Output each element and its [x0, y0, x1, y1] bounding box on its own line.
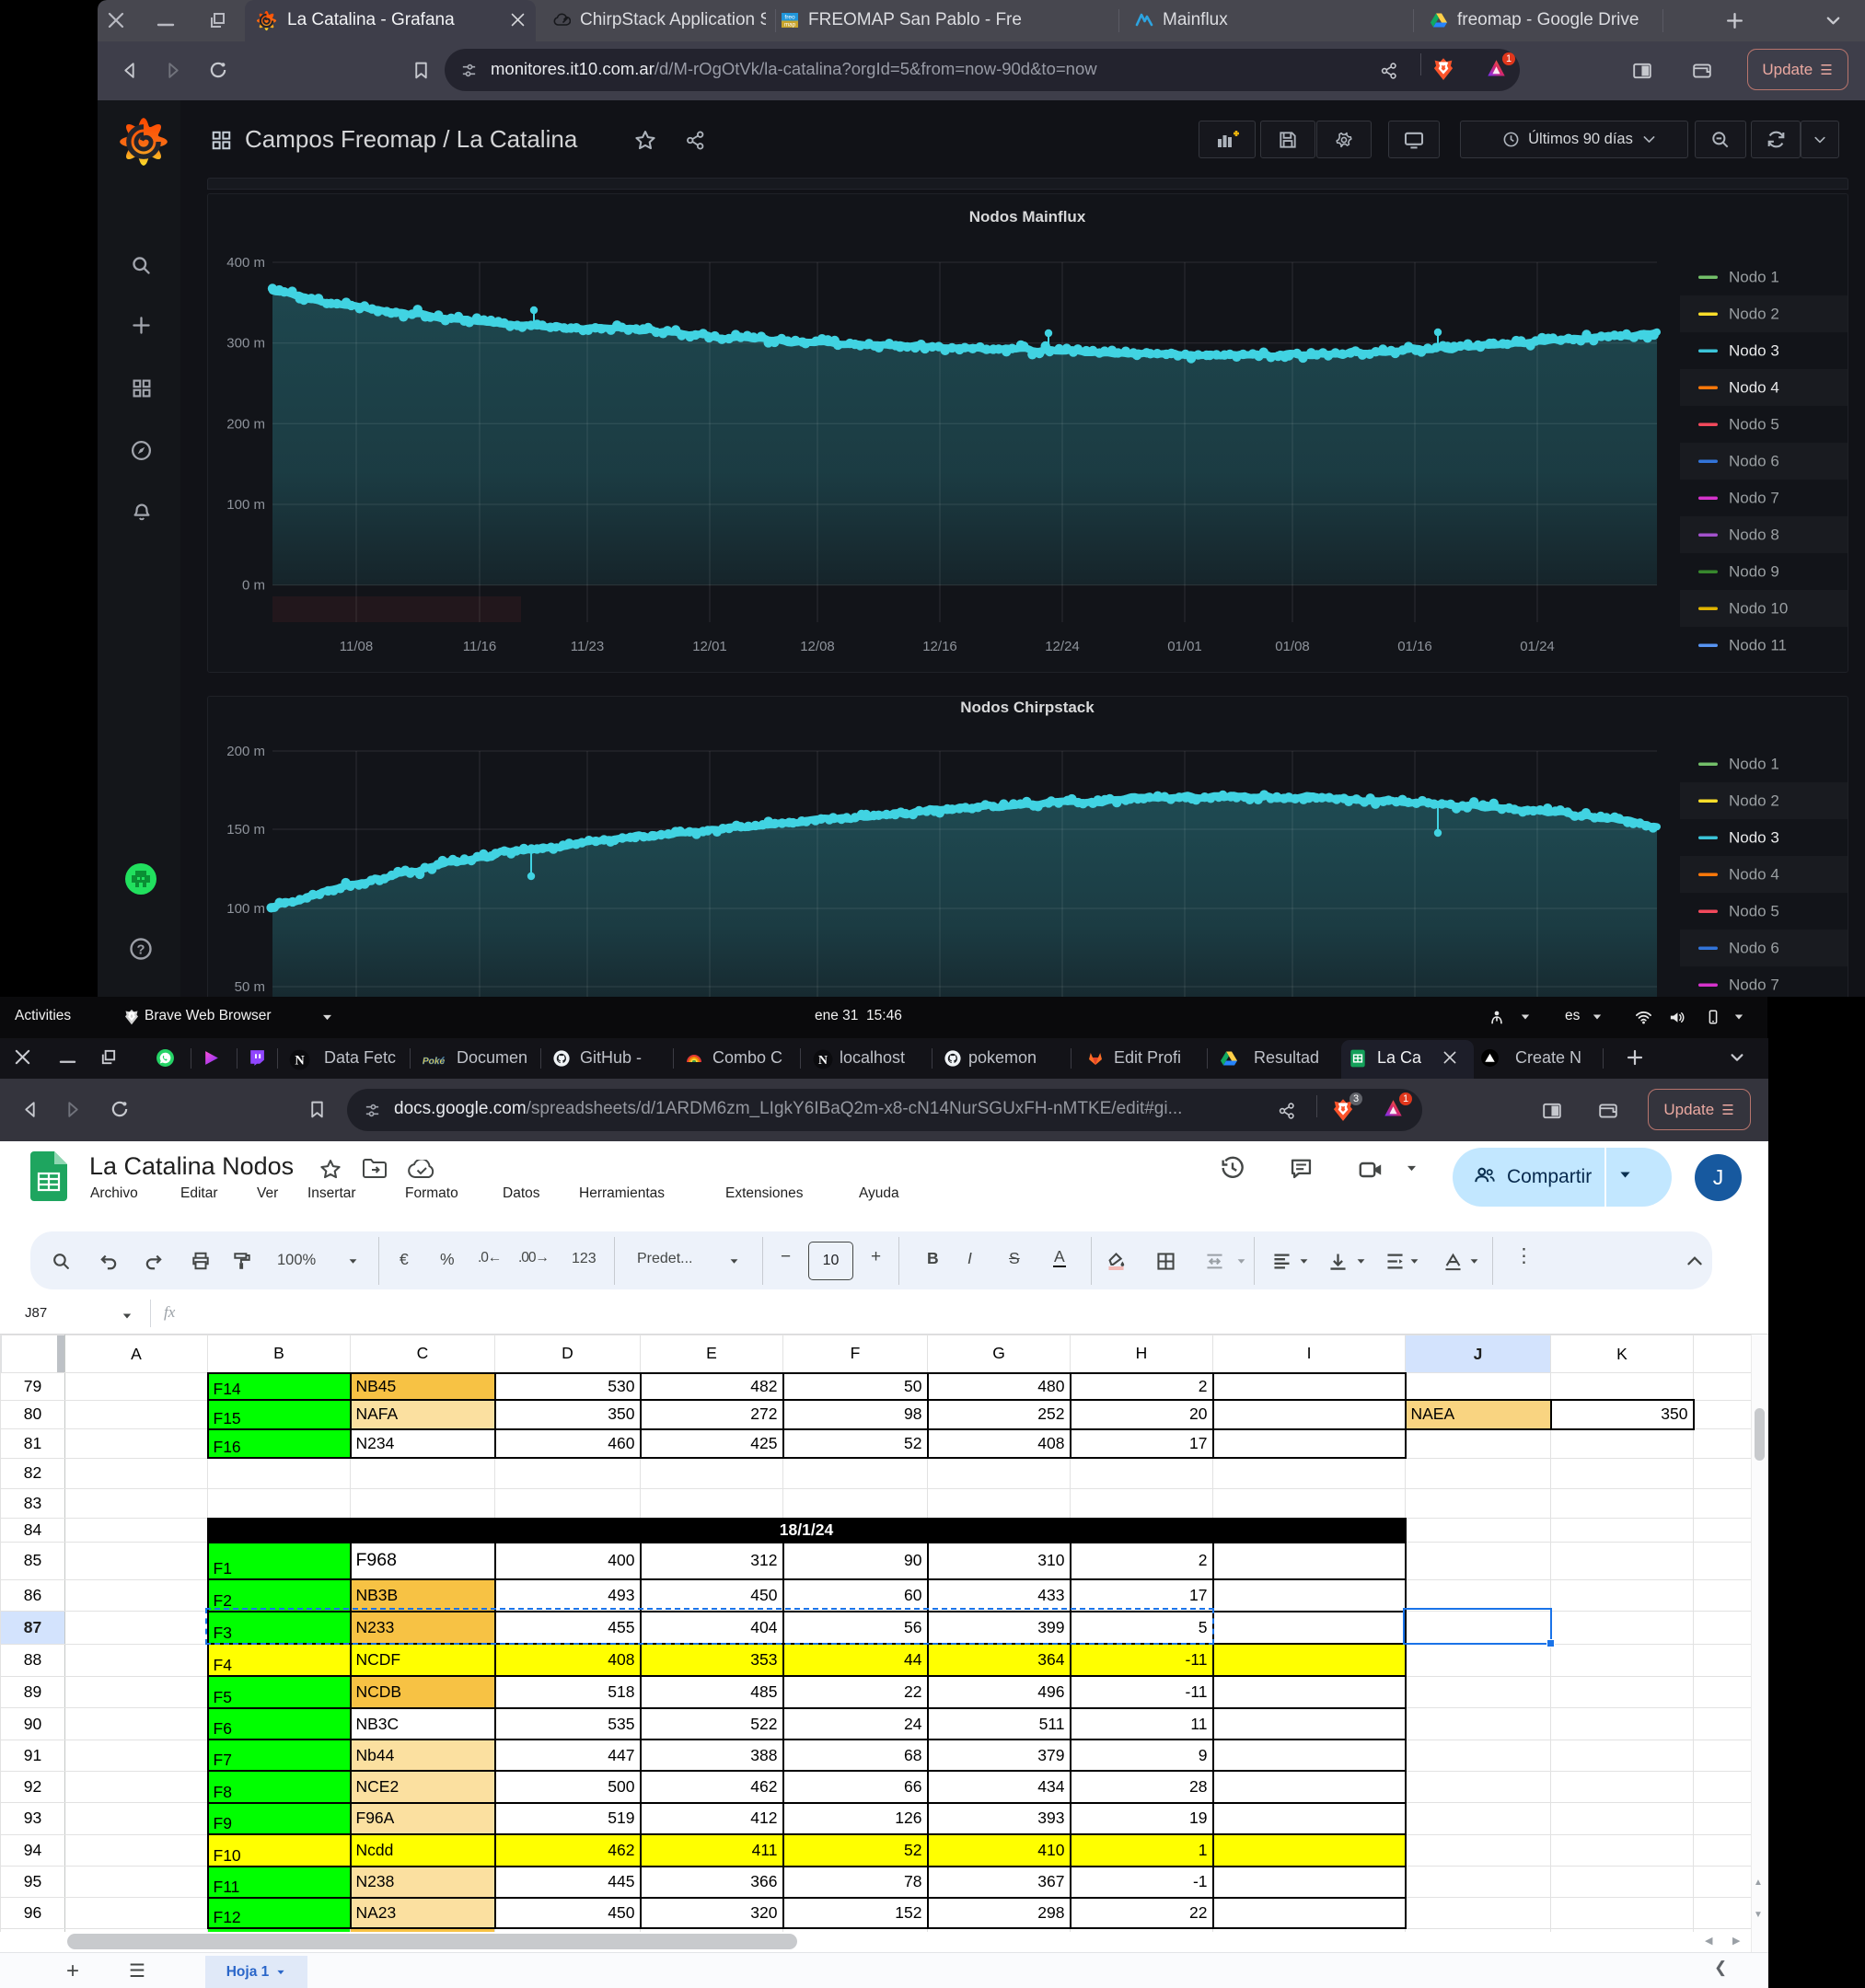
- svg-text:300 m: 300 m: [226, 336, 265, 352]
- svg-text:Nodo 5: Nodo 5: [1729, 416, 1779, 433]
- svg-text:01/24: 01/24: [1520, 639, 1555, 654]
- svg-text:11/23: 11/23: [571, 639, 604, 654]
- svg-text:Poké: Poké: [423, 1057, 445, 1067]
- svg-text:Nodo 8: Nodo 8: [1729, 526, 1779, 544]
- svg-text:11/16: 11/16: [463, 639, 496, 654]
- svg-text:12/24: 12/24: [1045, 639, 1080, 654]
- svg-text:?: ?: [137, 943, 145, 958]
- svg-text:Nodo 2: Nodo 2: [1729, 306, 1779, 323]
- svg-text:100 m: 100 m: [226, 497, 265, 513]
- svg-text:Nodos Chirpstack: Nodos Chirpstack: [960, 699, 1095, 716]
- svg-text:12/01: 12/01: [692, 639, 727, 654]
- svg-text:map: map: [784, 22, 796, 29]
- svg-text:freo: freo: [784, 15, 795, 21]
- svg-text:Nodo 1: Nodo 1: [1729, 269, 1779, 286]
- svg-text:Nodo 5: Nodo 5: [1729, 903, 1779, 920]
- svg-text:12/08: 12/08: [800, 639, 835, 654]
- svg-text:Nodo 3: Nodo 3: [1729, 342, 1779, 360]
- svg-text:100 m: 100 m: [226, 901, 265, 917]
- svg-text:400 m: 400 m: [226, 255, 265, 271]
- svg-text:N: N: [818, 1053, 828, 1067]
- svg-text:Nodo 3: Nodo 3: [1729, 829, 1779, 847]
- svg-text:Nodo 1: Nodo 1: [1729, 756, 1779, 773]
- svg-text:01/01: 01/01: [1167, 639, 1202, 654]
- svg-text:50 m: 50 m: [235, 979, 265, 995]
- svg-text:Nodo 6: Nodo 6: [1729, 940, 1779, 957]
- svg-text:Nodo 10: Nodo 10: [1729, 600, 1788, 618]
- svg-text:Nodo 7: Nodo 7: [1729, 977, 1779, 994]
- svg-text:200 m: 200 m: [226, 744, 265, 759]
- svg-text:Nodo 11: Nodo 11: [1729, 637, 1787, 654]
- svg-text:200 m: 200 m: [226, 416, 265, 432]
- svg-text:Nodo 9: Nodo 9: [1729, 563, 1779, 581]
- svg-text:01/16: 01/16: [1397, 639, 1432, 654]
- svg-text:12/16: 12/16: [922, 639, 957, 654]
- svg-text:Nodo 2: Nodo 2: [1729, 792, 1779, 810]
- svg-text:0 m: 0 m: [242, 578, 265, 594]
- svg-text:N: N: [295, 1054, 305, 1069]
- svg-text:Nodo 6: Nodo 6: [1729, 453, 1779, 470]
- svg-text:150 m: 150 m: [226, 822, 265, 838]
- svg-text:11/08: 11/08: [340, 639, 373, 654]
- svg-text:Nodo 7: Nodo 7: [1729, 490, 1779, 507]
- svg-text:Nodo 4: Nodo 4: [1729, 379, 1779, 397]
- svg-text:01/08: 01/08: [1275, 639, 1310, 654]
- svg-text:Nodo 4: Nodo 4: [1729, 866, 1779, 884]
- svg-text:Nodos Mainflux: Nodos Mainflux: [969, 208, 1086, 225]
